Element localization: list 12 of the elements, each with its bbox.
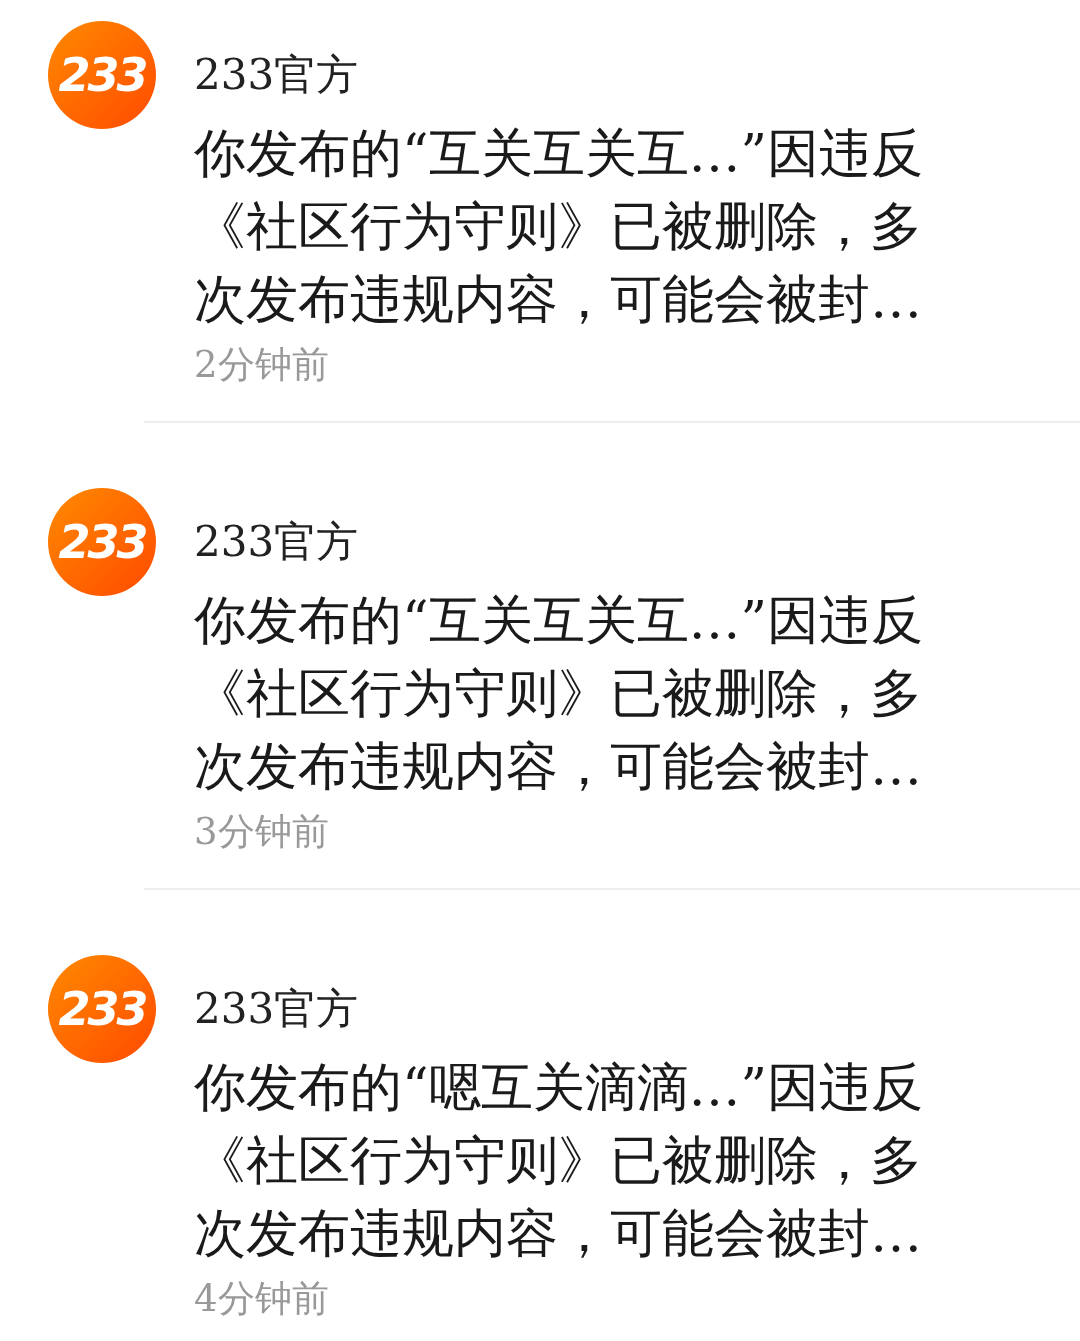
message-time: 2分钟前: [194, 344, 330, 386]
message-text: 你发布的“嗯互关滴滴…”因违反《社区行为守则》已被删除，多次发布违规内容，可能会被封…: [194, 1056, 925, 1265]
message-text: 你发布的“互关互关互…”因违反《社区行为守则》已被删除，多次发布违规内容，可能会被封…: [194, 589, 925, 798]
avatar-logo[interactable]: 233: [48, 21, 156, 129]
avatar-logo[interactable]: 233: [48, 488, 156, 596]
sender-name: 233官方: [194, 516, 360, 568]
sender-name: 233官方: [194, 49, 360, 101]
avatar-logo[interactable]: 233: [48, 955, 156, 1063]
message-time: 3分钟前: [194, 811, 330, 853]
sender-name: 233官方: [194, 983, 360, 1035]
message-text: 你发布的“互关互关互…”因违反《社区行为守则》已被删除，多次发布违规内容，可能会被封…: [194, 122, 925, 331]
message-time: 4分钟前: [194, 1278, 330, 1320]
